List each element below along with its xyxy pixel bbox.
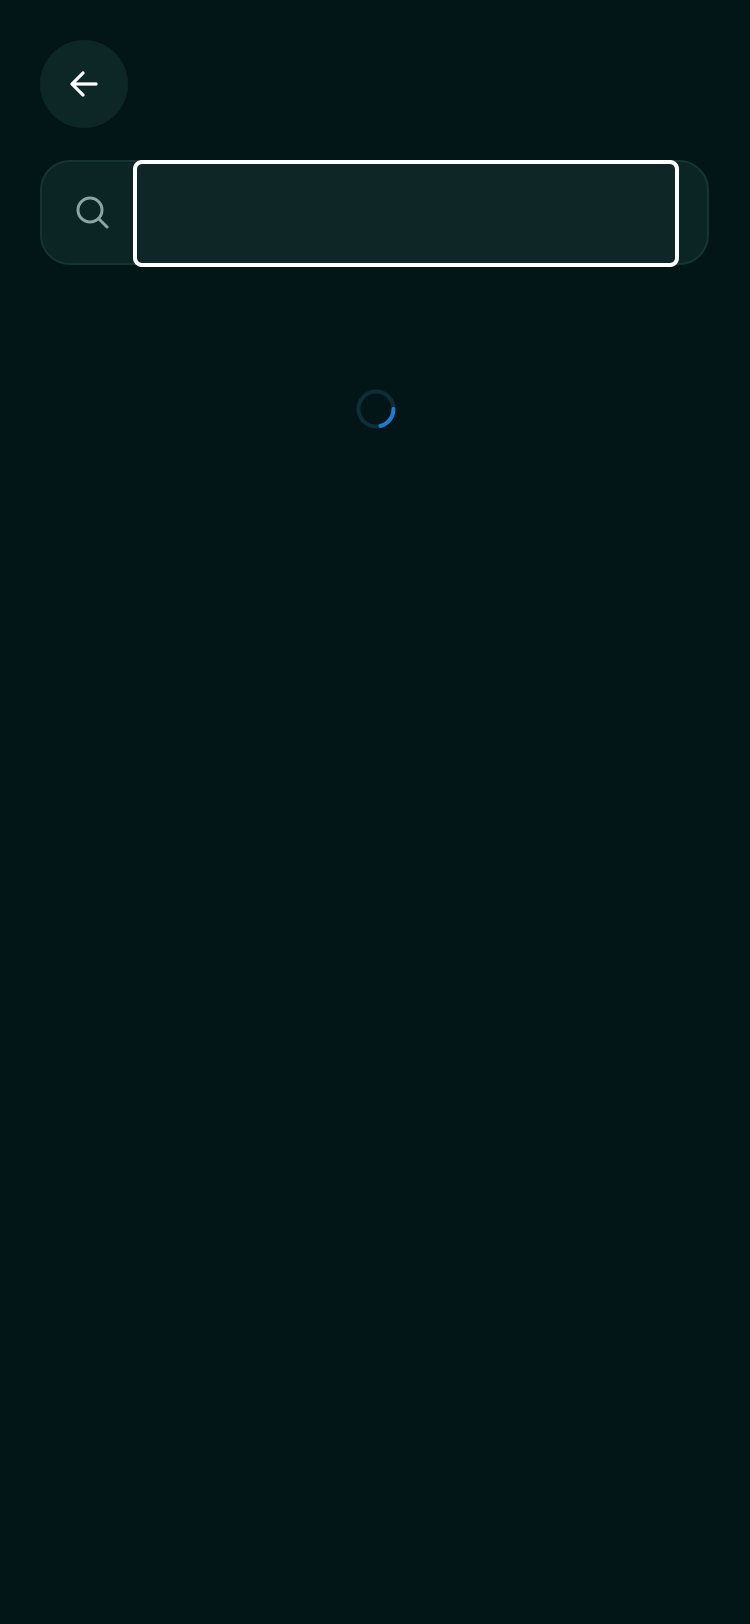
search-bar: [40, 160, 709, 267]
back-button[interactable]: [40, 40, 128, 128]
arrow-left-icon: [70, 71, 98, 97]
loading-spinner-icon: [356, 389, 396, 429]
search-icon: [76, 196, 109, 229]
search-screen: [0, 0, 750, 1624]
search-input[interactable]: [133, 160, 679, 267]
